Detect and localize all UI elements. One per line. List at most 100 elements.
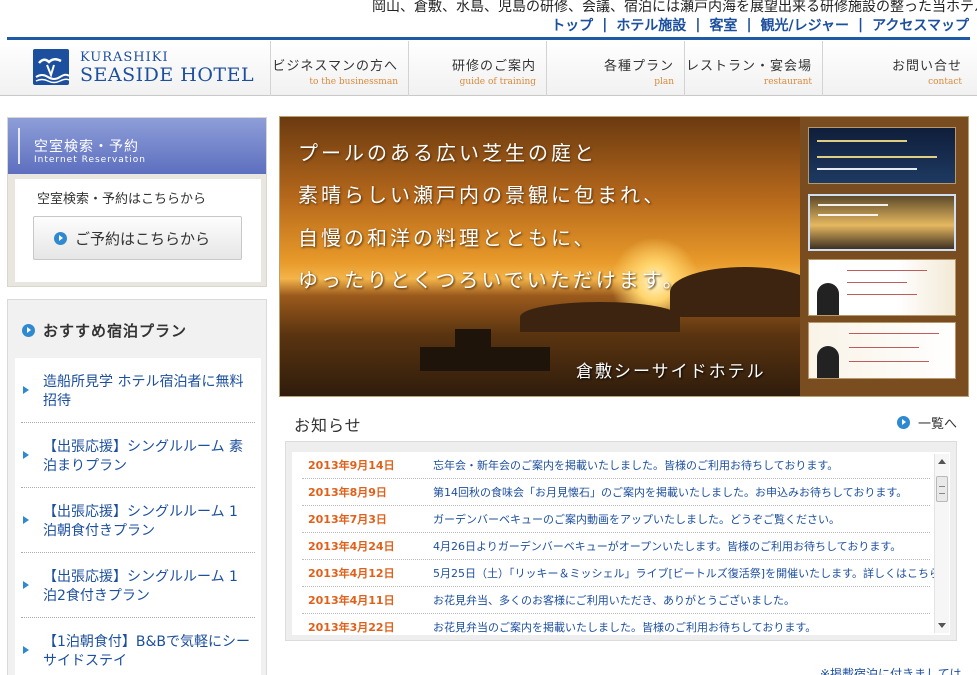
news-date: 2013年3月22日 [308, 621, 395, 634]
news-row[interactable]: 2013年3月22日 お花見弁当のご案内を掲載いたしました。皆様のご利用お待ちし… [302, 614, 930, 635]
plan-item[interactable]: 【出張応援】シングルルーム 1泊2食付きプラン [21, 553, 255, 618]
news-row[interactable]: 2013年4月11日 お花見弁当、多くのお客様にご利用いただき、ありがとうござい… [302, 587, 930, 614]
news-text[interactable]: 忘年会・新年会のご案内を掲載いたしました。皆様のご利用お待ちしております。 [433, 452, 838, 479]
news-text[interactable]: お花見弁当のご案内を掲載いたしました。皆様のご利用お待ちしております。 [433, 614, 816, 635]
news-date: 2013年4月24日 [308, 540, 395, 553]
thumb-text [817, 140, 907, 142]
top-link-rooms[interactable]: 客室 [709, 15, 737, 35]
plan-list: 造船所見学 ホテル宿泊者に無料招待 【出張応援】シングルルーム 素泊まりプラン … [15, 358, 261, 675]
nav-sublabel: guide of training [459, 77, 536, 87]
thumb-text [849, 361, 929, 362]
news-text[interactable]: 4月26日よりガーデンバーベキューがオープンいたします。皆様のご利用お待ちしてお… [433, 533, 901, 560]
news-date: 2013年8月9日 [308, 486, 387, 499]
plan-item[interactable]: 【出張応援】シングルルーム 1泊朝食付きプラン [21, 488, 255, 553]
triangle-bullet-icon [23, 646, 29, 654]
banner-thumbnails [800, 117, 968, 396]
news-scrollbar[interactable] [934, 454, 949, 633]
nav-businessman[interactable]: ビジネスマンの方へ to the businessman [270, 41, 408, 96]
nav-label: 研修のご案内 [451, 59, 536, 74]
main-nav: KURASHIKI SEASIDE HOTEL ビジネスマンの方へ to the… [0, 41, 977, 96]
recommended-plans: おすすめ宿泊プラン 造船所見学 ホテル宿泊者に無料招待 【出張応援】シングルルー… [7, 299, 267, 675]
island-silhouette [520, 302, 680, 332]
nav-sublabel: contact [928, 77, 962, 87]
meeting-banner-thumb[interactable] [808, 322, 956, 379]
plans-heading: おすすめ宿泊プラン [22, 320, 187, 341]
plan-item-label: 【出張応援】シングルルーム 1泊2食付きプラン [43, 569, 238, 604]
header-tagline: 岡山、倉敷、水島、児島の研修、会議、宿泊には瀬戸内海を展望出来る研修施設の整った… [372, 0, 977, 15]
plan-item[interactable]: 【出張応援】シングルルーム 素泊まりプラン [21, 423, 255, 488]
plan-item[interactable]: 造船所見学 ホテル宿泊者に無料招待 [21, 358, 255, 423]
thumb-text [818, 204, 888, 206]
plan-item-label: 【1泊朝食付】B&Bで気軽にシーサイドステイ [43, 634, 251, 669]
nav-training[interactable]: 研修のご案内 guide of training [408, 41, 546, 96]
reservation-subtitle: Internet Reservation [34, 155, 146, 165]
nav-restaurant[interactable]: レストラン・宴会場 restaurant [684, 41, 822, 96]
main-nav-items: ビジネスマンの方へ to the businessman 研修のご案内 guid… [270, 41, 972, 96]
top-link-access[interactable]: アクセスマップ [872, 15, 969, 35]
divider: | [602, 17, 608, 33]
nav-sublabel: restaurant [763, 77, 812, 87]
news-text[interactable]: 5月25日（土）「リッキー＆ミッシェル」ライブ[ビートルズ復活祭]を開催いたしま… [433, 560, 940, 587]
ship-silhouette [455, 329, 491, 349]
top-link-facilities[interactable]: ホテル施設 [616, 15, 686, 35]
nav-label: お問い合せ [891, 59, 962, 74]
hero-text-line: プールのある広い芝生の庭と [298, 141, 597, 165]
news-panel: 2013年9月14日 忘年会・新年会のご案内を掲載いたしました。皆様のご利用お待… [285, 441, 957, 641]
nav-contact[interactable]: お問い合せ contact [822, 41, 972, 96]
divider: | [746, 17, 752, 33]
ship-silhouette [420, 347, 550, 371]
bbq-banner-thumb[interactable] [808, 127, 956, 184]
reservation-body: 空室検索・予約はこちらから ご予約はこちらから [15, 179, 261, 282]
nav-label: 各種プラン [603, 59, 674, 74]
news-date: 2013年7月3日 [308, 513, 387, 526]
person-figure [817, 346, 839, 378]
arrow-circle-icon [54, 231, 67, 245]
reservation-panel: 空室検索・予約 Internet Reservation 空室検索・予約はこちら… [7, 117, 267, 287]
arrow-circle-icon [22, 324, 35, 337]
header-rule [7, 37, 970, 40]
page: 岡山、倉敷、水島、児島の研修、会議、宿泊には瀬戸内海を展望出来る研修施設の整った… [0, 0, 977, 675]
plans-heading-label: おすすめ宿泊プラン [43, 322, 188, 340]
nav-sublabel: plan [654, 77, 674, 87]
triangle-bullet-icon [23, 386, 29, 394]
plan-item-label: 【出張応援】シングルルーム 素泊まりプラン [43, 439, 244, 474]
news-list[interactable]: 2013年9月14日 忘年会・新年会のご案内を掲載いたしました。皆様のご利用お待… [292, 452, 950, 635]
news-row[interactable]: 2013年9月14日 忘年会・新年会のご案内を掲載いたしました。皆様のご利用お待… [302, 452, 930, 479]
thumb-text [818, 214, 878, 216]
nav-sublabel: to the businessman [309, 77, 398, 87]
top-nav: トップ | ホテル施設 | 客室 | 観光/レジャー | アクセスマップ [551, 15, 969, 35]
news-row[interactable]: 2013年4月24日 4月26日よりガーデンバーベキューがオープンいたします。皆… [302, 533, 930, 560]
decorative-bar [18, 128, 20, 164]
thumb-text [817, 168, 917, 170]
triangle-bullet-icon [23, 581, 29, 589]
thumb-text [847, 270, 927, 271]
news-row[interactable]: 2013年4月12日 5月25日（土）「リッキー＆ミッシェル」ライブ[ビートルズ… [302, 560, 940, 587]
hero-text-line: 自慢の和洋の料理とともに、 [298, 226, 597, 250]
plan-item-label: 【出張応援】シングルルーム 1泊朝食付きプラン [43, 504, 238, 539]
thumb-text [849, 333, 939, 334]
news-date: 2013年9月14日 [308, 459, 395, 472]
scroll-down-arrow-icon[interactable] [938, 623, 946, 628]
island-silhouette [670, 267, 820, 317]
news-more-link[interactable]: 一覧へ [897, 413, 957, 432]
hero-banner: プールのある広い芝生の庭と 素晴らしい瀬戸内の景観に包まれ、 自慢の和洋の料理と… [279, 116, 969, 397]
news-text[interactable]: 第14回秋の食味会「お月見懐石」のご案内を掲載いたしました。お申込みお待ちしてお… [433, 479, 907, 506]
seaview-banner-thumb[interactable] [808, 194, 956, 251]
sunset-sea-image: プールのある広い芝生の庭と 素晴らしい瀬戸内の景観に包まれ、 自慢の和洋の料理と… [280, 117, 820, 396]
nav-plan[interactable]: 各種プラン plan [546, 41, 684, 96]
training-banner-thumb[interactable] [808, 259, 956, 316]
news-row[interactable]: 2013年8月9日 第14回秋の食味会「お月見懐石」のご案内を掲載いたしました。… [302, 479, 930, 506]
news-title: お知らせ [294, 416, 362, 435]
news-text[interactable]: ガーデンバーベキューのご案内動画をアップいたしました。どうぞご覧ください。 [433, 506, 840, 533]
news-row[interactable]: 2013年7月3日 ガーデンバーベキューのご案内動画をアップいたしました。どうぞ… [302, 506, 930, 533]
top-link-sightseeing[interactable]: 観光/レジャー [761, 15, 849, 35]
scroll-up-arrow-icon[interactable] [938, 459, 946, 464]
news-date: 2013年4月11日 [308, 594, 395, 607]
news-text[interactable]: お花見弁当、多くのお客様にご利用いただき、ありがとうございました。 [433, 587, 795, 614]
scroll-thumb[interactable] [936, 476, 948, 502]
hotel-logo[interactable]: KURASHIKI SEASIDE HOTEL [33, 49, 263, 89]
top-link-top[interactable]: トップ [551, 15, 593, 35]
reservation-text: 空室検索・予約はこちらから [37, 192, 207, 207]
reserve-button[interactable]: ご予約はこちらから [33, 216, 242, 260]
plan-item[interactable]: 【1泊朝食付】B&Bで気軽にシーサイドステイ [21, 618, 255, 675]
